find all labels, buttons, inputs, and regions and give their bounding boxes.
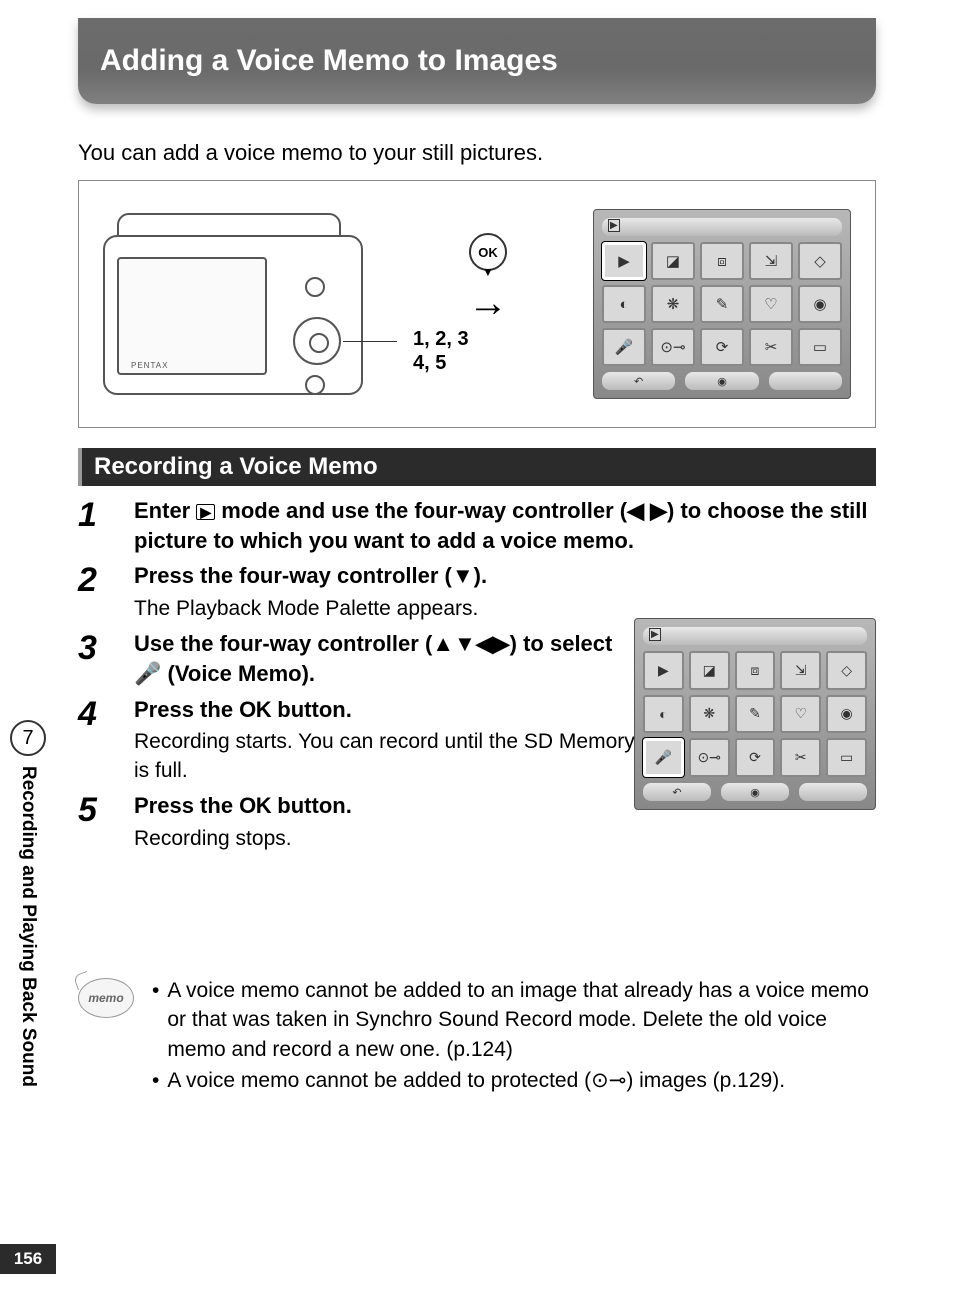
palette-cell: ✎ [700,285,744,323]
down-arrow-icon: ▼ [482,265,494,279]
palette-cell: ⧈ [700,242,744,280]
palette-cell: ◇ [826,651,867,690]
palette-cell: ⇲ [780,651,821,690]
palette-bottom-left: ↶ [602,372,675,390]
palette-cell: ❋ [689,695,730,734]
palette-cell: ❋ [651,285,695,323]
camera-illustration: PENTAX [103,209,383,399]
mic-icon: 🎤 [134,661,161,686]
palette-cell: ◉ [798,285,842,323]
palette-cell: ⊙⊸ [651,328,695,366]
palette-cell: ◪ [689,651,730,690]
palette-cell: 🎤 [602,328,646,366]
palette-cell: ▭ [798,328,842,366]
palette-cell: ▶ [643,651,684,690]
step-2-sub: The Playback Mode Palette appears. [134,595,616,623]
palette-cell: ◐ [602,285,646,323]
page-number: 156 [0,1244,56,1274]
camera-brand-label: PENTAX [131,361,168,370]
memo-bullet-2: • A voice memo cannot be added to protec… [152,1066,876,1095]
side-tab: 7 Recording and Playing Back Sound [0,720,56,1220]
palette-bottom-mid: ◉ [685,372,758,390]
palette-cell: ◐ [643,695,684,734]
dpad-icon [293,317,341,365]
palette-cell: ◉ [826,695,867,734]
step-2: 2 Press the four-way controller (▼). The… [78,561,876,623]
palette-topbar [602,218,842,236]
chapter-label: Recording and Playing Back Sound [17,766,39,1166]
palette-cell: ✂ [749,328,793,366]
step-1: 1 Enter ▶ mode and use the four-way cont… [78,496,876,555]
page-title-banner: Adding a Voice Memo to Images [78,18,876,104]
diagram-step-labels: 1, 2, 3 4, 5 [413,327,469,375]
step-5-sub: Recording stops. [134,825,876,853]
page-title: Adding a Voice Memo to Images [100,44,558,78]
palette-cell: ▭ [826,738,867,777]
memo-note: memo • A voice memo cannot be added to a… [78,976,876,1098]
palette-cell: ✂ [780,738,821,777]
palette-topbar [643,627,867,645]
memo-bullet-1: • A voice memo cannot be added to an ima… [152,976,876,1064]
ok-label: OK [239,793,271,818]
diagram-center: OK ▼ → 1, 2, 3 4, 5 [403,233,573,375]
palette-cell: ✎ [735,695,776,734]
step-1-head: Enter ▶ mode and use the four-way contro… [134,496,876,555]
palette-cell: 🎤 [643,738,684,777]
diagram-box: PENTAX OK ▼ → 1, 2, 3 4, 5 ▶◪⧈⇲◇◐❋✎♡◉🎤⊙⊸… [78,180,876,428]
palette-cell: ♡ [749,285,793,323]
memo-badge-icon: memo [78,978,134,1018]
step-3-head: Use the four-way controller (▲▼◀▶) to se… [134,629,616,688]
palette-cell: ⟳ [700,328,744,366]
palette-cell: ⇲ [749,242,793,280]
chapter-number: 7 [10,720,46,756]
palette-cell: ▶ [602,242,646,280]
palette-cell: ⊙⊸ [689,738,730,777]
palette-cell: ◇ [798,242,842,280]
intro-text: You can add a voice memo to your still p… [78,140,543,166]
arrow-right-icon: → [468,293,508,313]
palette-cell: ⟳ [735,738,776,777]
palette-cell: ⧈ [735,651,776,690]
step-2-head: Press the four-way controller (▼). [134,561,616,591]
steps-list: 1 Enter ▶ mode and use the four-way cont… [78,496,876,859]
ok-label: OK [239,697,271,722]
play-mode-icon: ▶ [196,504,215,520]
palette-inset: ▶◪⧈⇲◇◐❋✎♡◉🎤⊙⊸⟳✂▭ ↶ ◉ [634,618,876,810]
palette-bottom-right [769,372,842,390]
palette-cell: ♡ [780,695,821,734]
palette-preview-1: ▶◪⧈⇲◇◐❋✎♡◉🎤⊙⊸⟳✂▭ ↶ ◉ [593,209,851,399]
section-heading: Recording a Voice Memo [78,448,876,486]
palette-cell: ◪ [651,242,695,280]
